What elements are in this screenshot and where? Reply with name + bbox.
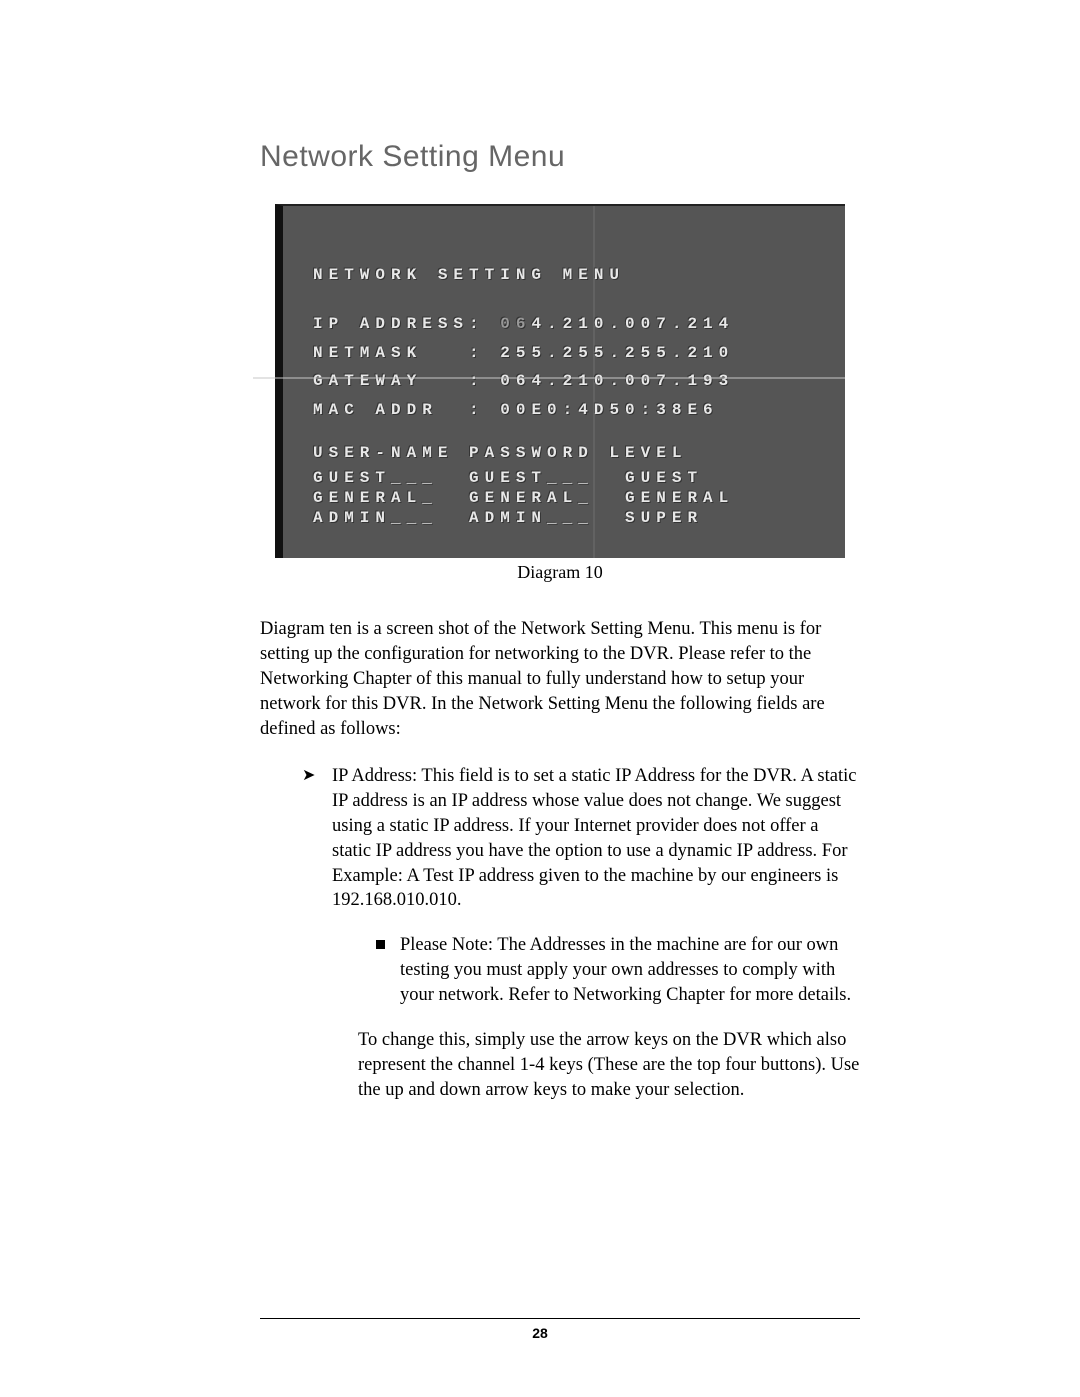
intro-paragraph: Diagram ten is a screen shot of the Netw… (260, 617, 860, 742)
field-list: IP Address: This field is to set a stati… (260, 764, 860, 1104)
ip-address-text: IP Address: This field is to set a stati… (332, 766, 856, 911)
list-item: IP Address: This field is to set a stati… (306, 764, 860, 1104)
please-note-text: Please Note: The Addresses in the machin… (400, 935, 851, 1005)
sub-list: Please Note: The Addresses in the machin… (332, 933, 860, 1008)
document-page: Network Setting Menu NETWORK SETTING MEN… (0, 0, 1080, 1185)
figure-caption: Diagram 10 (260, 562, 860, 583)
crt-title: NETWORK SETTING MENU (313, 261, 825, 290)
crt-row-mac: MAC ADDR : 00E0:4D50:38E6 (313, 396, 825, 425)
section-heading: Network Setting Menu (260, 140, 860, 174)
footer-rule (260, 1318, 860, 1319)
followup-paragraph: To change this, simply use the arrow key… (332, 1028, 860, 1103)
crt-user-header: USER-NAME PASSWORD LEVEL (313, 439, 825, 468)
crt-user-row: GUEST___ GUEST___ GUEST (313, 468, 825, 488)
crt-user-row: ADMIN___ ADMIN___ SUPER (313, 508, 825, 528)
crt-row-netmask: NETMASK : 255.255.255.210 (313, 339, 825, 368)
crt-screenshot: NETWORK SETTING MENU IP ADDRESS: 064.210… (275, 204, 845, 558)
page-number: 28 (0, 1325, 1080, 1341)
crt-row-ip: IP ADDRESS: 064.210.007.214 (313, 310, 825, 339)
crt-user-row: GENERAL_ GENERAL_ GENERAL (313, 488, 825, 508)
crt-row-gateway: GATEWAY : 064.210.007.193 (313, 367, 825, 396)
list-item: Please Note: The Addresses in the machin… (380, 933, 860, 1008)
